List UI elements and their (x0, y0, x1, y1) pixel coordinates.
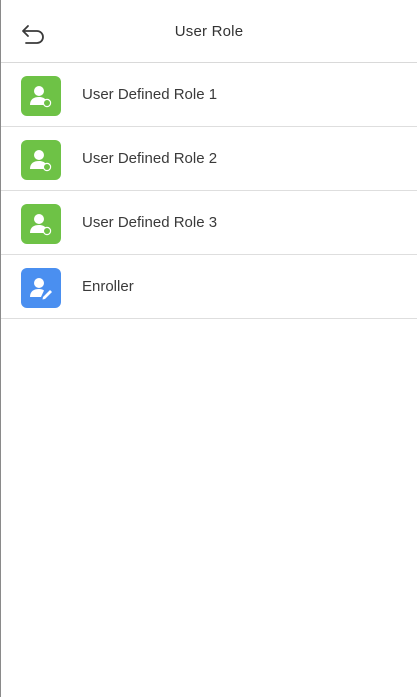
role-icon-container (21, 268, 61, 308)
top-bar: User Role (1, 0, 417, 63)
user-role-screen: User Role User Defined Role 1 User Defin… (0, 0, 417, 697)
role-icon-container (21, 76, 61, 116)
undo-arrow-icon (22, 25, 44, 44)
role-icon-container (21, 140, 61, 180)
user-role-icon (30, 214, 52, 236)
role-label: Enroller (82, 278, 134, 295)
page-title: User Role (174, 22, 244, 40)
role-item-enroller[interactable]: Enroller (1, 255, 417, 319)
role-label: User Defined Role 2 (82, 150, 218, 167)
user-role-icon (30, 150, 52, 172)
role-item-1[interactable]: User Defined Role 1 (1, 63, 417, 127)
back-button[interactable] (19, 22, 49, 46)
role-list: User Defined Role 1 User Defined Role 2 (1, 63, 417, 319)
role-item-3[interactable]: User Defined Role 3 (1, 191, 417, 255)
user-role-icon (30, 86, 52, 108)
role-item-2[interactable]: User Defined Role 2 (1, 127, 417, 191)
role-label: User Defined Role 3 (82, 214, 218, 231)
role-label: User Defined Role 1 (82, 86, 218, 103)
role-icon-container (21, 204, 61, 244)
user-edit-icon (30, 278, 52, 300)
